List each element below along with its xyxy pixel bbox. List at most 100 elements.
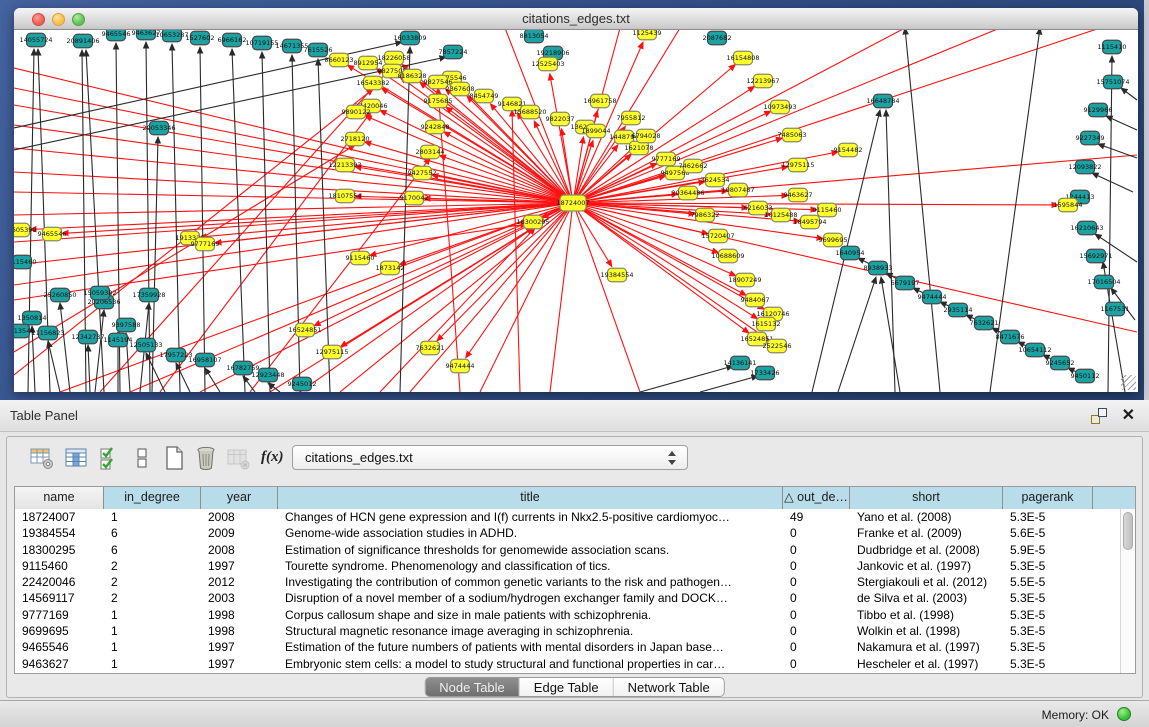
column-check-icon[interactable] (97, 445, 123, 471)
graph-node-8938933[interactable]: 8938933 (864, 261, 893, 275)
cell-name[interactable]: 9115460 (15, 558, 104, 574)
graph-node-12342737[interactable]: 12342737 (71, 330, 104, 344)
citation-edge[interactable] (700, 376, 758, 392)
graph-node-1527602[interactable]: 1527602 (186, 31, 215, 45)
graph-node-14055724[interactable]: 14055724 (19, 33, 52, 47)
graph-node-9175685[interactable]: 9175685 (424, 94, 453, 108)
cell-out_de[interactable]: 0 (783, 607, 850, 623)
column-header-year[interactable]: year (201, 487, 278, 509)
cell-year[interactable]: 1997 (201, 558, 278, 574)
cell-name[interactable]: 18300295 (15, 542, 104, 558)
row-pair-icon[interactable] (129, 445, 155, 471)
cell-title[interactable]: Estimation of the future numbers of pati… (278, 639, 783, 655)
cell-out_de[interactable]: 0 (783, 542, 850, 558)
cell-short[interactable]: Yano et al. (2008) (850, 509, 1003, 525)
window-titlebar[interactable]: citations_edges.txt (14, 8, 1138, 30)
cell-pagerank[interactable]: 5.5E-5 (1003, 574, 1093, 590)
graph-node-1595844[interactable]: 1595844 (1054, 198, 1083, 212)
cell-out_de[interactable]: 0 (783, 574, 850, 590)
cell-title[interactable]: Structural magnetic resonance image aver… (278, 623, 783, 639)
cell-name[interactable]: 9777169 (15, 607, 104, 623)
graph-node-19384554[interactable]: 19384554 (600, 268, 633, 282)
cell-in_degree[interactable]: 1 (104, 656, 201, 672)
tab-edge-table[interactable]: Edge Table (520, 678, 614, 696)
cell-in_degree[interactable]: 2 (104, 590, 201, 606)
cell-short[interactable]: Nakamura et al. (1997) (850, 639, 1003, 655)
delete-column-icon[interactable] (193, 445, 219, 471)
citation-network-graph[interactable]: 1405572420891406946554694636271065328715… (14, 30, 1138, 392)
citation-edge[interactable] (172, 44, 180, 392)
cell-year[interactable]: 1998 (201, 623, 278, 639)
tab-network-table[interactable]: Network Table (614, 678, 724, 696)
graph-node-10654112[interactable]: 10654112 (1018, 343, 1051, 357)
cell-out_de[interactable]: 0 (783, 525, 850, 541)
graph-node-18907249[interactable]: 18907249 (728, 273, 761, 287)
graph-node-2803144[interactable]: 2803144 (416, 145, 445, 159)
graph-node-1899044[interactable]: 1899044 (582, 124, 611, 138)
cell-year[interactable]: 1997 (201, 639, 278, 655)
graph-node-9484067[interactable]: 9484067 (741, 293, 770, 307)
cell-pagerank[interactable]: 5.3E-5 (1003, 639, 1093, 655)
graph-node-16961758[interactable]: 16961758 (583, 94, 616, 108)
graph-node-11156823[interactable]: 11156823 (31, 326, 64, 340)
show-columns-icon[interactable] (63, 445, 89, 471)
graph-node-1873142[interactable]: 1873142 (376, 261, 405, 275)
cell-short[interactable]: Hescheler et al. (1997) (850, 656, 1003, 672)
graph-node-8813054[interactable]: 8813054 (520, 30, 549, 43)
cell-year[interactable]: 2012 (201, 574, 278, 590)
graph-node-7485063[interactable]: 7485063 (778, 128, 807, 142)
graph-node-9699695[interactable]: 9699695 (819, 233, 848, 247)
graph-node-9245652[interactable]: 9245652 (1046, 356, 1075, 370)
graph-node-12975115[interactable]: 12975115 (315, 345, 348, 359)
cell-out_de[interactable]: 0 (783, 590, 850, 606)
citation-edge-red[interactable] (573, 203, 640, 392)
column-header-pagerank[interactable]: pagerank (1003, 487, 1093, 509)
graph-node-10973493[interactable]: 10973493 (763, 100, 796, 114)
citation-edge[interactable] (1121, 88, 1137, 100)
graph-node-1125439[interactable]: 1125439 (633, 30, 662, 40)
graph-node-9154482[interactable]: 9154482 (834, 143, 863, 157)
graph-node-17016504[interactable]: 17016504 (1087, 275, 1120, 289)
table-row[interactable]: 911546021997Tourette syndrome. Phenomeno… (15, 558, 1135, 574)
cell-in_degree[interactable]: 2 (104, 574, 201, 590)
cell-in_degree[interactable]: 2 (104, 558, 201, 574)
graph-node-16154808[interactable]: 16154808 (726, 51, 759, 65)
graph-node-1167531[interactable]: 1167531 (1101, 302, 1130, 316)
graph-node-10807487[interactable]: 10807487 (721, 183, 754, 197)
cell-year[interactable]: 1997 (201, 656, 278, 672)
citation-edge[interactable] (1092, 173, 1133, 192)
graph-node-9474444[interactable]: 9474444 (918, 290, 947, 304)
table-settings-icon[interactable] (29, 445, 55, 471)
resize-grip[interactable] (1121, 375, 1136, 390)
citation-edge[interactable] (88, 345, 90, 392)
scrollbar-thumb[interactable] (1123, 512, 1133, 550)
cell-out_de[interactable]: 0 (783, 558, 850, 574)
float-panel-icon[interactable] (1091, 408, 1107, 424)
graph-node-12923448[interactable]: 12923448 (251, 368, 284, 382)
graph-node-18605399[interactable]: 18605399 (14, 223, 37, 237)
cell-in_degree[interactable]: 1 (104, 607, 201, 623)
cell-title[interactable]: Disruption of a novel member of a sodium… (278, 590, 783, 606)
cell-title[interactable]: Corpus callosum shape and size in male p… (278, 607, 783, 623)
citation-edge[interactable] (60, 303, 70, 392)
cell-pagerank[interactable]: 5.3E-5 (1003, 558, 1093, 574)
graph-node-10719155[interactable]: 10719155 (245, 36, 278, 50)
cell-out_de[interactable]: 0 (783, 656, 850, 672)
graph-node-9170042[interactable]: 9170042 (400, 191, 429, 205)
close-panel-icon[interactable]: ✕ (1122, 405, 1135, 425)
graph-node-12505133[interactable]: 12505133 (129, 338, 162, 352)
citation-edge[interactable] (38, 49, 50, 392)
graph-node-9115460[interactable]: 9115460 (813, 203, 842, 217)
cell-pagerank[interactable]: 5.3E-5 (1003, 590, 1093, 606)
table-row[interactable]: 2242004622012Investigating the contribut… (15, 574, 1135, 590)
graph-node-3624534[interactable]: 3624534 (701, 173, 730, 187)
graph-node-20891406[interactable]: 20891406 (66, 34, 99, 48)
graph-node-9777169[interactable]: 9777169 (191, 237, 220, 251)
network-canvas[interactable]: 1405572420891406946554694636271065328715… (14, 30, 1138, 392)
citation-edge[interactable] (905, 30, 940, 392)
graph-node-1615132[interactable]: 1615132 (752, 317, 781, 331)
graph-node-15751074[interactable]: 15751074 (1096, 75, 1129, 89)
citation-edge-red[interactable] (30, 203, 573, 230)
table-vertical-scrollbar[interactable] (1120, 509, 1135, 673)
graph-node-2522546[interactable]: 2522546 (763, 339, 792, 353)
